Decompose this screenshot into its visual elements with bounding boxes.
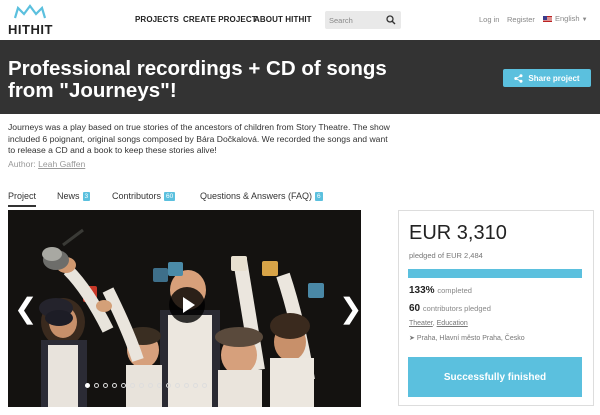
tab-news[interactable]: News 3 — [57, 191, 91, 201]
search-input[interactable] — [329, 13, 385, 27]
project-title: Professional recordings + CD of songs fr… — [8, 57, 387, 102]
news-count-badge: 3 — [82, 192, 91, 201]
faq-count-badge: 6 — [315, 192, 323, 201]
percent-completed: 133% completed — [409, 285, 472, 296]
hithit-logo[interactable]: HITHIT — [8, 4, 58, 37]
project-categories: Theater, Education — [409, 320, 468, 327]
share-label: Share project — [528, 73, 580, 83]
funding-panel: EUR 3,310 pledged of EUR 2,484 133% comp… — [398, 210, 594, 406]
carousel-dot[interactable] — [112, 383, 117, 388]
carousel-prev-arrow[interactable]: ❮ — [14, 295, 37, 323]
share-project-button[interactable]: Share project — [503, 69, 591, 87]
tab-project-label: Project — [8, 191, 37, 201]
funding-progress-bar — [408, 269, 582, 278]
carousel-dot[interactable] — [85, 383, 90, 388]
project-location: ➤ Praha, Hlavní město Praha, Česko — [409, 334, 525, 342]
language-selector[interactable]: English ▼ — [543, 14, 588, 23]
uk-flag-icon — [543, 16, 552, 22]
logo-text: HITHIT — [8, 22, 53, 37]
tab-faq[interactable]: Questions & Answers (FAQ) 6 — [200, 191, 323, 201]
location-text: Praha, Hlavní město Praha, Česko — [416, 335, 525, 342]
tab-contributors-label: Contributors — [112, 191, 162, 201]
play-button[interactable] — [169, 287, 205, 323]
project-description: Journeys was a play based on true storie… — [8, 122, 390, 155]
share-icon — [514, 73, 523, 83]
register-link[interactable]: Register — [507, 15, 535, 24]
carousel-dot[interactable] — [139, 383, 144, 388]
contributors-count-badge: 60 — [164, 192, 176, 201]
search-icon[interactable] — [386, 15, 396, 25]
carousel-dot[interactable] — [157, 383, 162, 388]
crown-icon — [13, 4, 47, 19]
percent-label: completed — [437, 286, 472, 295]
carousel-dot[interactable] — [130, 383, 135, 388]
nav-projects[interactable]: PROJECTS — [135, 15, 179, 24]
author-line: Author: Leah Gaffen — [8, 159, 85, 169]
carousel-dot[interactable] — [166, 383, 171, 388]
login-link[interactable]: Log in — [479, 15, 499, 24]
carousel-dot[interactable] — [103, 383, 108, 388]
author-label: Author: — [8, 159, 36, 169]
carousel-next-arrow[interactable]: ❯ — [339, 295, 361, 323]
project-media-carousel: ❮ ❯ — [8, 210, 361, 407]
status-finished-badge: Successfully finished — [408, 357, 582, 397]
nav-about-hithit[interactable]: ABOUT HITHIT — [254, 15, 312, 24]
tab-faq-label: Questions & Answers (FAQ) — [200, 191, 313, 201]
tab-contributors[interactable]: Contributors 60 — [112, 191, 176, 201]
contributors-value: 60 — [409, 303, 421, 314]
carousel-dot[interactable] — [193, 383, 198, 388]
language-label: English — [555, 14, 580, 23]
carousel-dots — [85, 383, 207, 389]
contributors-label: contributors pledged — [422, 304, 491, 313]
carousel-dot[interactable] — [148, 383, 153, 388]
active-tab-indicator — [8, 205, 36, 207]
pledged-goal: pledged of EUR 2,484 — [409, 251, 483, 260]
top-navigation: HITHIT PROJECTS CREATE PROJECT ABOUT HIT… — [0, 0, 600, 40]
tab-news-label: News — [57, 191, 80, 201]
author-link[interactable]: Leah Gaffen — [38, 159, 85, 169]
carousel-dot[interactable] — [175, 383, 180, 388]
nav-create-project[interactable]: CREATE PROJECT — [183, 15, 257, 24]
carousel-dot[interactable] — [121, 383, 126, 388]
location-pin-icon: ➤ — [409, 335, 415, 342]
category-theater[interactable]: Theater — [409, 320, 433, 327]
carousel-dot[interactable] — [94, 383, 99, 388]
pledged-amount: EUR 3,310 — [409, 222, 507, 244]
project-banner: Professional recordings + CD of songs fr… — [0, 40, 600, 114]
carousel-dot[interactable] — [184, 383, 189, 388]
search-box — [325, 11, 401, 29]
chevron-down-icon: ▼ — [581, 17, 588, 23]
tab-project[interactable]: Project — [8, 191, 36, 201]
contributors-count: 60 contributors pledged — [409, 303, 491, 314]
category-education[interactable]: Education — [437, 320, 468, 327]
carousel-dot[interactable] — [202, 383, 207, 388]
percent-value: 133% — [409, 285, 435, 296]
